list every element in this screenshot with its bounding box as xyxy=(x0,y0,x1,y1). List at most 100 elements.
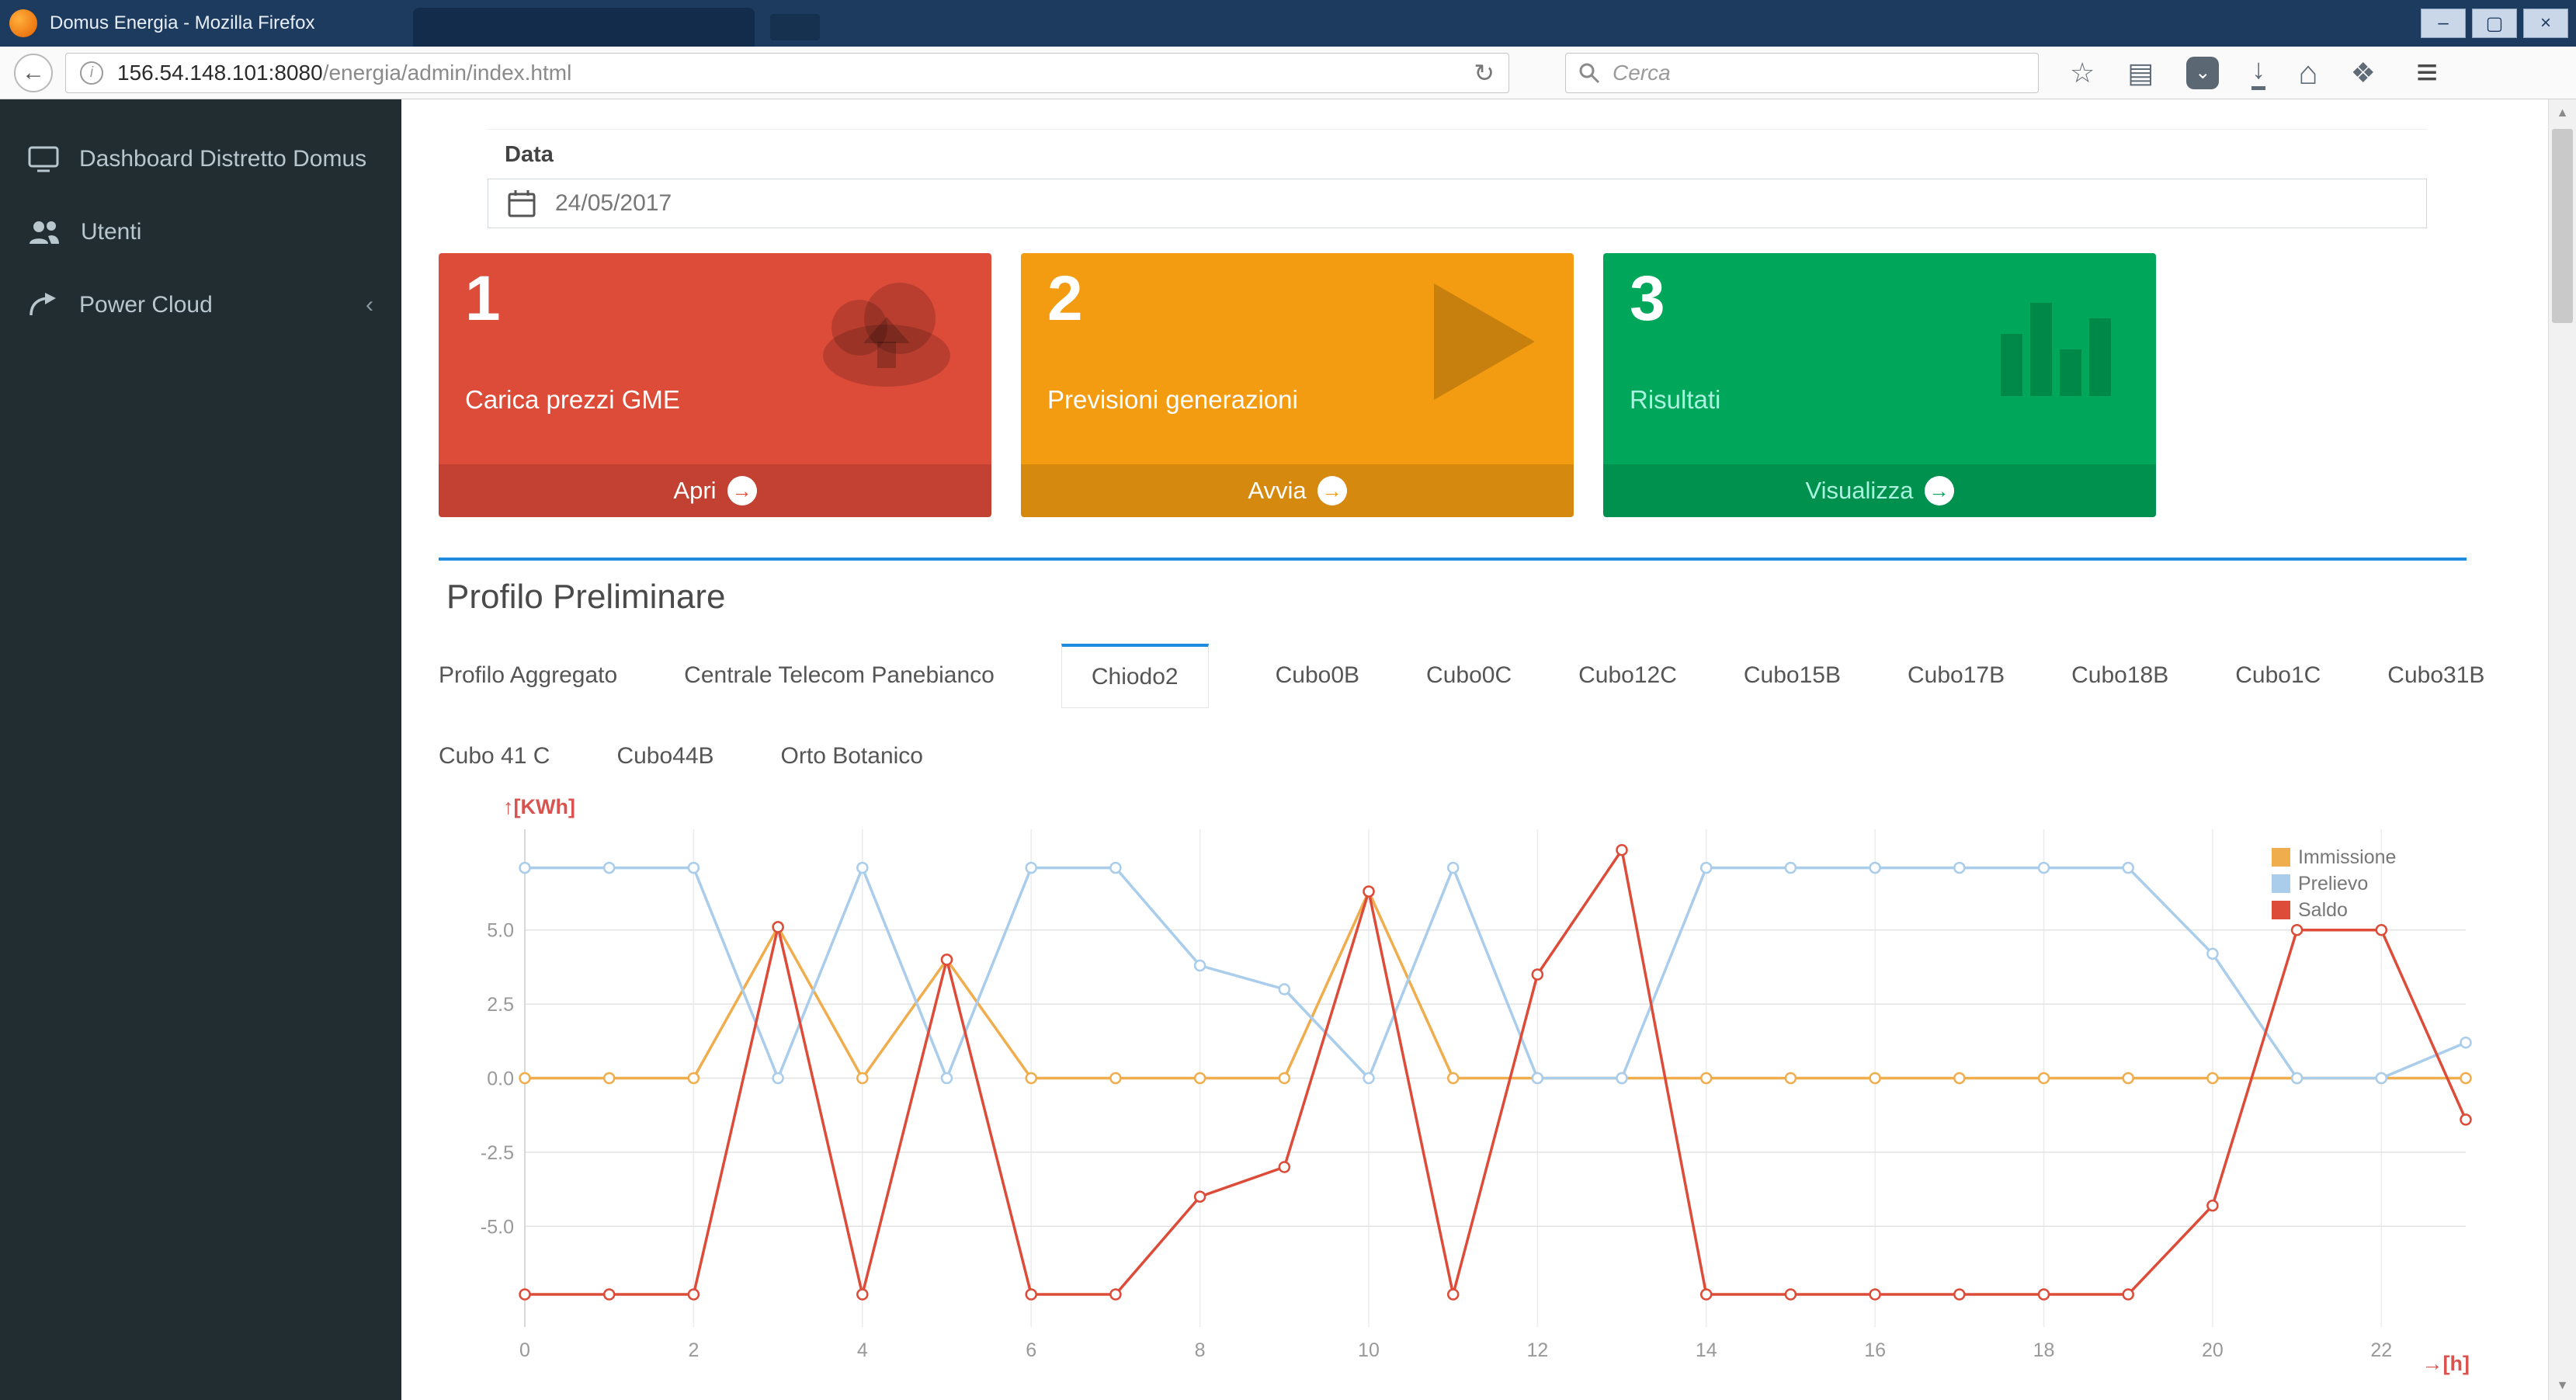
toolbar-icons: ☆ ▤ ⌄ ↓ ⌂ ❖ ≡ xyxy=(2070,51,2438,94)
hamburger-menu-icon[interactable]: ≡ xyxy=(2416,51,2438,94)
bookmark-star-icon[interactable]: ☆ xyxy=(2070,57,2095,89)
browser-titlebar: Domus Energia - Mozilla Firefox – ▢ × xyxy=(0,0,2576,47)
main-content: Data 24/05/2017 1 Carica prezzi GME Apri… xyxy=(401,99,2548,1400)
bookmarks-library-icon[interactable]: ▤ xyxy=(2127,57,2154,89)
card-previsioni-generazioni: 2 Previsioni generazioni Avvia → xyxy=(1021,253,1574,517)
svg-text:Prelievo: Prelievo xyxy=(2298,873,2368,895)
date-label: Data xyxy=(505,142,2427,168)
arrow-circle-right-icon: → xyxy=(727,476,757,505)
card-number: 2 xyxy=(1047,262,1083,335)
reload-icon[interactable]: ↻ xyxy=(1474,58,1495,88)
calendar-icon xyxy=(488,189,555,218)
date-panel: Data 24/05/2017 xyxy=(488,129,2427,228)
pocket-icon[interactable]: ⌄ xyxy=(2186,57,2219,89)
sidebar-item-label: Utenti xyxy=(81,219,141,245)
tab-cubo31b[interactable]: Cubo31B xyxy=(2387,662,2484,689)
svg-text:16: 16 xyxy=(1864,1339,1886,1361)
svg-text:→[h]: →[h] xyxy=(2422,1352,2470,1375)
profile-chart: 5.02.50.0-2.5-5.00246810121416182022Immi… xyxy=(467,797,2501,1375)
card-action-avvia[interactable]: Avvia → xyxy=(1021,464,1574,517)
new-tab-button[interactable] xyxy=(770,14,820,40)
svg-text:10: 10 xyxy=(1358,1339,1380,1361)
card-risultati: 3 Risultati Visualizza → xyxy=(1603,253,2156,517)
date-input[interactable]: 24/05/2017 xyxy=(488,179,2427,228)
sidebar-item-power-cloud[interactable]: Power Cloud ‹ xyxy=(0,269,401,342)
action-cards: 1 Carica prezzi GME Apri → 2 Previsioni … xyxy=(439,253,2156,517)
back-button[interactable]: ← xyxy=(14,54,53,92)
close-button[interactable]: × xyxy=(2523,9,2568,38)
card-title: Previsioni generazioni xyxy=(1047,385,1298,415)
url-host: 156.54.148.101:8080 xyxy=(117,61,323,85)
svg-text:↑[KWh]: ↑[KWh] xyxy=(503,797,575,818)
sidebar-item-dashboard[interactable]: Dashboard Distretto Domus xyxy=(0,123,401,196)
scrollbar-thumb[interactable] xyxy=(2552,129,2573,323)
card-number: 1 xyxy=(465,262,501,335)
date-value: 24/05/2017 xyxy=(555,190,672,217)
tab-cubo0b[interactable]: Cubo0B xyxy=(1276,662,1359,689)
svg-text:22: 22 xyxy=(2370,1339,2392,1361)
sidebar-item-label: Dashboard Distretto Domus xyxy=(79,146,366,172)
svg-text:5.0: 5.0 xyxy=(487,920,514,942)
chevron-left-icon: ‹ xyxy=(366,292,373,318)
section-title: Profilo Preliminare xyxy=(446,578,725,617)
home-icon[interactable]: ⌂ xyxy=(2298,54,2317,92)
card-action-visualizza[interactable]: Visualizza → xyxy=(1603,464,2156,517)
minimize-button[interactable]: – xyxy=(2421,9,2466,38)
card-action-apri[interactable]: Apri → xyxy=(439,464,991,517)
sidebar-item-label: Power Cloud xyxy=(79,292,213,318)
svg-text:8: 8 xyxy=(1195,1339,1206,1361)
tab-centrale-telecom-panebianco[interactable]: Centrale Telecom Panebianco xyxy=(684,662,995,689)
bar-chart-icon xyxy=(1993,280,2125,400)
card-title: Risultati xyxy=(1630,385,1720,415)
svg-text:2.5: 2.5 xyxy=(487,994,514,1016)
sidebar-item-utenti[interactable]: Utenti xyxy=(0,196,401,269)
svg-text:4: 4 xyxy=(857,1339,868,1361)
scroll-up-arrow[interactable]: ▲ xyxy=(2549,99,2576,127)
share-icon xyxy=(28,292,59,318)
tab-chiodo2[interactable]: Chiodo2 xyxy=(1061,644,1209,708)
browser-tab[interactable] xyxy=(413,8,755,47)
arrow-circle-right-icon: → xyxy=(1318,476,1347,505)
restore-button[interactable]: ▢ xyxy=(2472,9,2517,38)
tab-cubo18b[interactable]: Cubo18B xyxy=(2071,662,2168,689)
tab-profilo-aggregato[interactable]: Profilo Aggregato xyxy=(439,662,617,689)
tab-cubo17b[interactable]: Cubo17B xyxy=(1908,662,2005,689)
dashboard-icon xyxy=(28,146,59,172)
svg-text:12: 12 xyxy=(1526,1339,1548,1361)
vertical-scrollbar[interactable]: ▲ ▼ xyxy=(2548,99,2576,1400)
firefox-icon xyxy=(9,9,37,37)
url-bar[interactable]: i 156.54.148.101:8080/energia/admin/inde… xyxy=(65,53,1509,93)
search-icon xyxy=(1578,62,1600,84)
downloads-icon[interactable]: ↓ xyxy=(2251,56,2265,90)
svg-text:0.0: 0.0 xyxy=(487,1068,514,1090)
app-sidebar: Dashboard Distretto Domus Utenti Power C… xyxy=(0,99,401,1400)
tab-cubo0c[interactable]: Cubo0C xyxy=(1426,662,1512,689)
tab-cubo1c[interactable]: Cubo1C xyxy=(2235,662,2321,689)
line-chart: 5.02.50.0-2.5-5.00246810121416182022Immi… xyxy=(467,797,2501,1375)
search-input[interactable]: Cerca xyxy=(1565,53,2039,93)
url-path: /energia/admin/index.html xyxy=(323,61,572,85)
users-icon xyxy=(28,219,61,245)
section-divider xyxy=(439,558,2467,561)
arrow-circle-right-icon: → xyxy=(1925,476,1954,505)
svg-text:14: 14 xyxy=(1696,1339,1717,1361)
svg-text:Saldo: Saldo xyxy=(2298,899,2348,921)
tab-orto-botanico[interactable]: Orto Botanico xyxy=(781,743,923,769)
card-action-label: Apri xyxy=(673,477,716,505)
scroll-down-arrow[interactable]: ▼ xyxy=(2549,1372,2576,1400)
window-title: Domus Energia - Mozilla Firefox xyxy=(50,12,314,34)
card-title: Carica prezzi GME xyxy=(465,385,680,415)
info-icon[interactable]: i xyxy=(80,61,103,85)
tab-cubo15b[interactable]: Cubo15B xyxy=(1744,662,1841,689)
svg-text:20: 20 xyxy=(2202,1339,2224,1361)
svg-text:0: 0 xyxy=(519,1339,530,1361)
extension-icon[interactable]: ❖ xyxy=(2351,57,2376,89)
svg-text:2: 2 xyxy=(688,1339,699,1361)
browser-toolbar: ← i 156.54.148.101:8080/energia/admin/in… xyxy=(0,47,2576,99)
tab-cubo44b[interactable]: Cubo44B xyxy=(616,743,713,769)
card-carica-prezzi-gme: 1 Carica prezzi GME Apri → xyxy=(439,253,991,517)
play-icon xyxy=(1426,280,1543,408)
profile-tabs: Profilo Aggregato Centrale Telecom Panebi… xyxy=(439,635,2535,797)
tab-cubo12c[interactable]: Cubo12C xyxy=(1578,662,1677,689)
tab-cubo-41-c[interactable]: Cubo 41 C xyxy=(439,743,550,769)
